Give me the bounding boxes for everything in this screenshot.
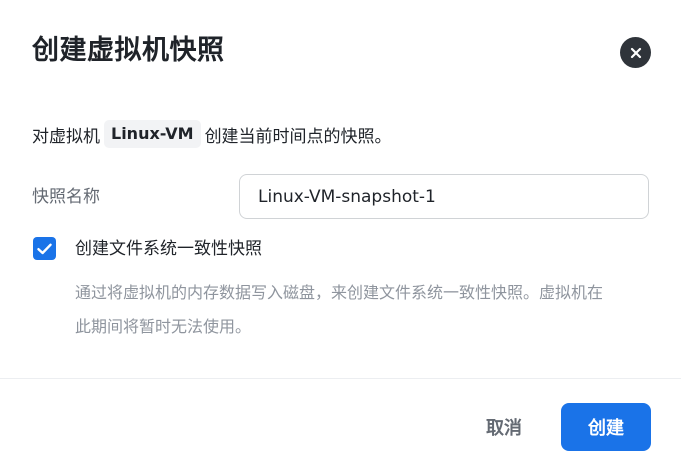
consistency-checkbox[interactable] [33, 237, 56, 260]
close-button[interactable] [620, 37, 651, 68]
create-snapshot-dialog: 创建虚拟机快照 对虚拟机 Linux-VM 创建当前时间点的快照。 快照名称 创… [0, 0, 681, 469]
vm-name-tag: Linux-VM [104, 120, 201, 148]
check-icon [37, 243, 52, 254]
cancel-button[interactable]: 取消 [468, 403, 540, 451]
dialog-description: 对虚拟机 Linux-VM 创建当前时间点的快照。 [32, 118, 392, 150]
create-button[interactable]: 创建 [561, 403, 651, 451]
snapshot-name-input[interactable] [239, 174, 649, 219]
snapshot-name-label: 快照名称 [32, 187, 100, 207]
close-icon [630, 47, 641, 58]
footer-divider [0, 378, 681, 379]
dialog-title: 创建虚拟机快照 [32, 35, 225, 66]
consistency-checkbox-label[interactable]: 创建文件系统一致性快照 [75, 236, 262, 262]
description-suffix: 创建当前时间点的快照。 [204, 126, 392, 147]
description-prefix: 对虚拟机 [32, 126, 100, 147]
consistency-hint: 通过将虚拟机的内存数据写入磁盘，来创建文件系统一致性快照。虚拟机在此期间将暂时无… [75, 283, 604, 336]
